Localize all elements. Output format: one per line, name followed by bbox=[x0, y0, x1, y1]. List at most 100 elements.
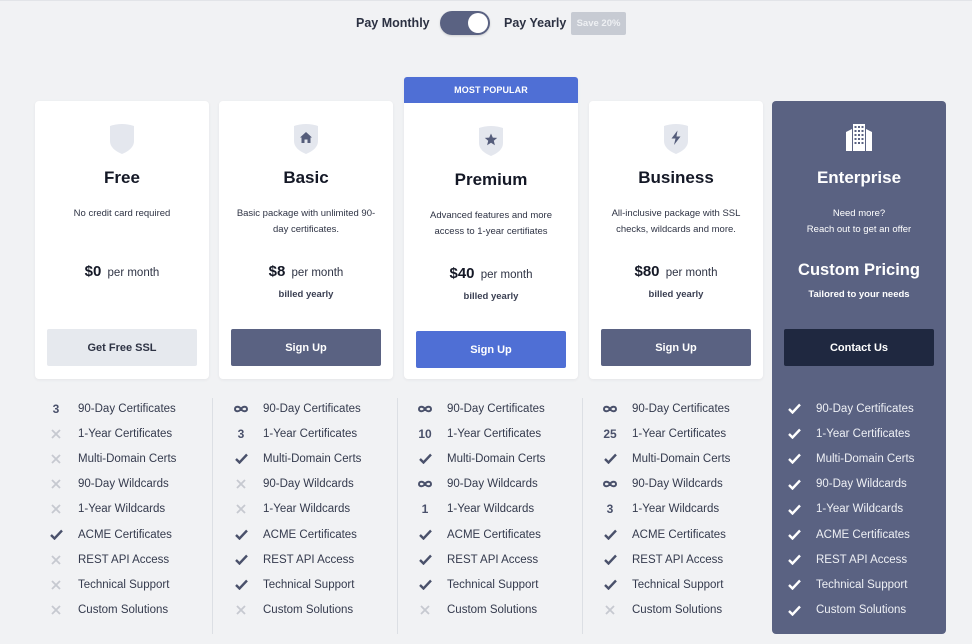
feature-row: 1-Year Certificates bbox=[784, 421, 964, 446]
feature-row: 3 90-Day Certificates bbox=[46, 396, 226, 421]
feature-row: 1-Year Wildcards bbox=[231, 497, 411, 522]
infinity-icon bbox=[415, 405, 435, 413]
feature-label: 90-Day Wildcards bbox=[447, 478, 538, 491]
check-icon bbox=[415, 529, 435, 541]
feature-label: ACME Certificates bbox=[263, 528, 357, 541]
plan-card-business: Business All-inclusive package with SSL … bbox=[589, 101, 763, 379]
plan-name: Enterprise bbox=[816, 168, 902, 187]
feature-row: REST API Access bbox=[784, 547, 964, 572]
feature-label: 90-Day Certificates bbox=[632, 402, 730, 415]
feature-row: Custom Solutions bbox=[784, 598, 964, 623]
basic-sign-up-button[interactable]: Sign Up bbox=[231, 329, 381, 366]
feature-label: Multi-Domain Certs bbox=[632, 452, 731, 465]
feature-row: ACME Certificates bbox=[784, 522, 964, 547]
feature-label: REST API Access bbox=[78, 553, 170, 566]
x-icon bbox=[46, 429, 66, 439]
feature-label: Custom Solutions bbox=[78, 604, 169, 617]
custom-pricing: Custom Pricing bbox=[798, 261, 920, 279]
feature-row: 90-Day Wildcards bbox=[46, 472, 226, 497]
feature-row: Multi-Domain Certs bbox=[415, 446, 595, 471]
feature-label: 90-Day Certificates bbox=[816, 402, 914, 415]
get-free-ssl-button[interactable]: Get Free SSL bbox=[47, 329, 197, 366]
feature-row: 25 1-Year Certificates bbox=[600, 421, 780, 446]
price-period: per month bbox=[480, 269, 533, 281]
contact-us-button[interactable]: Contact Us bbox=[784, 329, 934, 366]
feature-list-free: 3 90-Day Certificates 1-Year Certificates M… bbox=[46, 396, 226, 623]
x-icon bbox=[46, 504, 66, 514]
feature-label: Multi-Domain Certs bbox=[78, 452, 177, 465]
check-icon bbox=[231, 554, 251, 566]
feature-label: 1-Year Wildcards bbox=[816, 503, 904, 516]
feature-label: Technical Support bbox=[263, 578, 355, 591]
feature-label: 1-Year Certificates bbox=[632, 427, 727, 440]
feature-label: REST API Access bbox=[447, 553, 539, 566]
feature-row: Custom Solutions bbox=[231, 598, 411, 623]
price-amount: $8 bbox=[268, 263, 286, 280]
plan-price: $0 per month bbox=[35, 263, 209, 280]
feature-row: 1-Year Wildcards bbox=[46, 497, 226, 522]
billing-period-toggle[interactable] bbox=[440, 11, 490, 35]
feature-label: 90-Day Certificates bbox=[78, 402, 176, 415]
feature-label: 1-Year Certificates bbox=[78, 427, 173, 440]
check-icon bbox=[784, 403, 804, 415]
feature-row: Custom Solutions bbox=[600, 598, 780, 623]
feature-label: 90-Day Wildcards bbox=[263, 478, 354, 491]
premium-sign-up-button[interactable]: Sign Up bbox=[416, 331, 566, 368]
infinity-icon bbox=[600, 480, 620, 488]
pay-monthly-label[interactable]: Pay Monthly bbox=[356, 16, 430, 30]
plan-name: Premium bbox=[454, 170, 528, 189]
feature-row: ACME Certificates bbox=[46, 522, 226, 547]
feature-label: ACME Certificates bbox=[816, 528, 910, 541]
plan-price: $40 per month bbox=[404, 265, 578, 282]
feature-row: REST API Access bbox=[415, 547, 595, 572]
business-sign-up-button[interactable]: Sign Up bbox=[601, 329, 751, 366]
check-icon bbox=[784, 453, 804, 465]
feature-label: Technical Support bbox=[632, 578, 724, 591]
feature-label: 1-Year Certificates bbox=[816, 427, 911, 440]
billing-note: billed yearly bbox=[648, 289, 704, 300]
feature-count: 3 bbox=[237, 426, 245, 441]
feature-row: Custom Solutions bbox=[415, 598, 595, 623]
star-shield-icon bbox=[479, 126, 503, 156]
feature-row: Multi-Domain Certs bbox=[231, 446, 411, 471]
building-icon bbox=[846, 124, 872, 151]
feature-row: REST API Access bbox=[46, 547, 226, 572]
feature-label: Technical Support bbox=[78, 578, 170, 591]
feature-row: Technical Support bbox=[46, 572, 226, 597]
feature-list-enterprise: 90-Day Certificates 1-Year Certificates Mu… bbox=[784, 396, 964, 623]
plan-card-basic: Basic Basic package with unlimited 90-da… bbox=[219, 101, 393, 379]
feature-label: Custom Solutions bbox=[263, 604, 354, 617]
check-icon bbox=[600, 529, 620, 541]
feature-label: Custom Solutions bbox=[816, 604, 907, 617]
feature-label: 1-Year Wildcards bbox=[78, 503, 166, 516]
price-period: per month bbox=[291, 267, 344, 279]
feature-row: 3 1-Year Wildcards bbox=[600, 497, 780, 522]
check-icon bbox=[784, 479, 804, 490]
plan-card-free: Free No credit card required $0 per mont… bbox=[35, 101, 209, 379]
x-icon bbox=[231, 479, 251, 489]
feature-row: Multi-Domain Certs bbox=[600, 446, 780, 471]
feature-label: 1-Year Wildcards bbox=[263, 503, 351, 516]
feature-label: ACME Certificates bbox=[632, 528, 726, 541]
x-icon bbox=[415, 605, 435, 615]
feature-row: Multi-Domain Certs bbox=[46, 446, 226, 471]
feature-row: Multi-Domain Certs bbox=[784, 446, 964, 471]
plan-description: Basic package with unlimited 90-day cert… bbox=[236, 208, 376, 235]
pay-yearly-label[interactable]: Pay Yearly bbox=[504, 16, 566, 30]
feature-list-basic: 90-Day Certificates 3 1-Year Certificates M… bbox=[231, 396, 411, 623]
feature-label: ACME Certificates bbox=[78, 528, 172, 541]
plan-name: Business bbox=[638, 168, 714, 187]
infinity-icon bbox=[600, 405, 620, 413]
billing-toggle-bar: Pay Monthly Pay Yearly Save 20% bbox=[0, 11, 972, 35]
billing-note: billed yearly bbox=[463, 291, 519, 302]
feature-row: 90-Day Wildcards bbox=[231, 472, 411, 497]
check-icon bbox=[784, 529, 804, 541]
feature-row: 1 1-Year Wildcards bbox=[415, 497, 595, 522]
check-icon bbox=[231, 579, 251, 591]
feature-count: 25 bbox=[603, 426, 617, 441]
check-icon bbox=[784, 428, 804, 440]
feature-label: 1-Year Certificates bbox=[447, 427, 542, 440]
price-amount: $40 bbox=[449, 265, 475, 282]
feature-row: Technical Support bbox=[784, 572, 964, 597]
infinity-icon bbox=[415, 480, 435, 488]
